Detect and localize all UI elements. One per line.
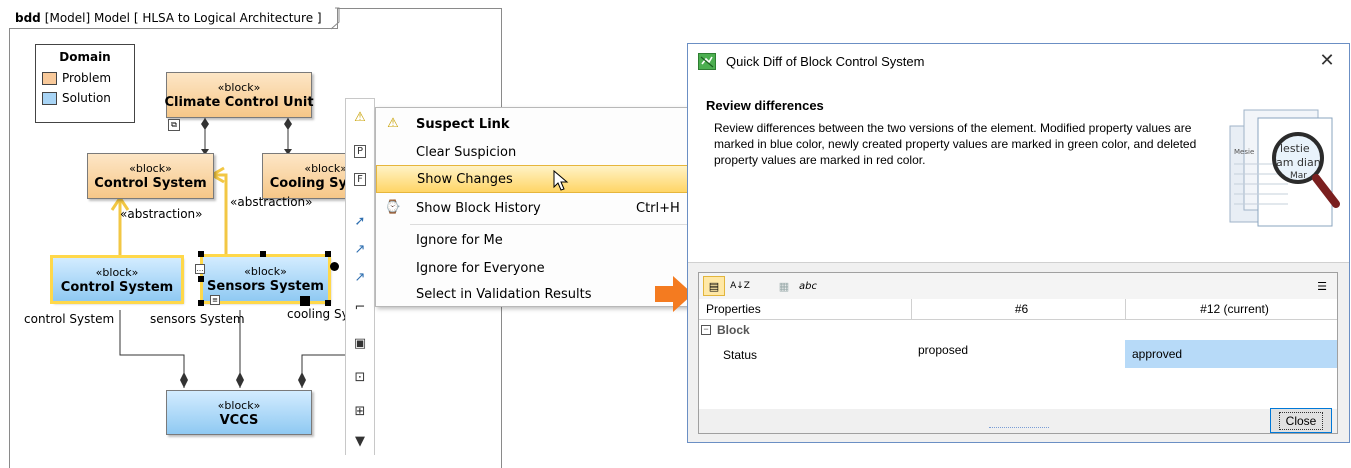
add-element-icon[interactable] xyxy=(330,262,339,271)
block-name: Control System xyxy=(94,176,207,191)
association-icon[interactable]: ➚ xyxy=(348,209,372,233)
diff-table: Properties #6 #12 (current) − Block Stat… xyxy=(699,299,1337,409)
role-label-cooling-system: cooling Sy xyxy=(287,307,345,321)
block-name: Climate Control Unit xyxy=(164,95,314,110)
block-name: Control System xyxy=(60,279,174,295)
menu-item-clear-suspicion[interactable]: Clear Suspicion xyxy=(376,138,692,166)
note-icon[interactable]: ⌐ xyxy=(348,295,372,319)
review-differences-title: Review differences xyxy=(706,98,824,113)
categorized-view-icon[interactable]: ▤ xyxy=(703,276,725,296)
selection-handle[interactable] xyxy=(325,251,331,257)
block-name: VCCS xyxy=(219,412,259,428)
diagram-link-icon[interactable]: ≡ xyxy=(210,295,220,305)
context-menu: ⚠ Suspect Link Clear Suspicion Show Chan… xyxy=(375,107,693,307)
aggregation-icon[interactable]: ↗ xyxy=(348,265,372,289)
block-stereotype: «block» xyxy=(217,398,261,412)
menu-separator xyxy=(410,224,690,225)
property-new-value[interactable]: approved xyxy=(1125,340,1337,368)
directed-association-icon[interactable]: ↗ xyxy=(348,237,372,261)
collapse-icon[interactable]: − xyxy=(701,325,711,335)
menu-item-label: Clear Suspicion xyxy=(416,144,517,160)
block-name: Cooling Sy xyxy=(269,176,347,191)
structure-icon[interactable]: ⊞ xyxy=(348,399,372,423)
abstraction-label: «abstraction» xyxy=(120,207,203,221)
collapse-icon[interactable]: … xyxy=(195,264,205,274)
image-icon[interactable]: ▣ xyxy=(348,331,372,355)
spell-check-icon[interactable]: abc xyxy=(797,276,819,296)
resize-handle[interactable] xyxy=(989,427,1049,429)
more-arrow-icon[interactable]: ▼ xyxy=(348,429,372,453)
review-differences-text: Review differences between the two versi… xyxy=(714,121,1197,167)
close-button[interactable]: Close xyxy=(1270,408,1332,433)
menu-item-label: Ignore for Me xyxy=(416,232,503,248)
block-cooling-system-problem[interactable]: «block» Cooling Sy xyxy=(262,153,352,199)
history-icon: ⌚ xyxy=(384,200,402,215)
menu-item-ignore-for-everyone[interactable]: Ignore for Everyone xyxy=(376,254,692,282)
block-vccs[interactable]: «block» VCCS xyxy=(166,390,312,435)
menu-item-label: Ignore for Everyone xyxy=(416,260,545,276)
menu-item-ignore-for-me[interactable]: Ignore for Me xyxy=(376,226,692,254)
selection-handle[interactable] xyxy=(198,251,204,257)
block-stereotype: «block» xyxy=(95,265,139,279)
dialog-title: Quick Diff of Block Control System xyxy=(726,54,925,69)
filter-icon[interactable]: ▦ xyxy=(773,276,795,296)
options-icon[interactable]: ☰ xyxy=(1311,276,1333,296)
group-label: Block xyxy=(717,323,750,337)
menu-item-shortcut: Ctrl+H xyxy=(636,200,680,216)
column-header-properties[interactable]: Properties xyxy=(699,299,911,319)
illustration-word: lestie xyxy=(1280,142,1310,155)
dialog-titlebar[interactable]: Quick Diff of Block Control System ✕ xyxy=(688,44,1349,80)
column-header-version-12-current[interactable]: #12 (current) xyxy=(1125,299,1337,319)
dialog-header: Review differences Review differences be… xyxy=(688,80,1349,262)
selection-handle[interactable] xyxy=(198,276,204,282)
warning-icon: ⚠ xyxy=(387,116,399,131)
abstraction-label: «abstraction» xyxy=(230,195,313,209)
documents-magnifier-icon: Mesie lestie am dian Mar xyxy=(1229,109,1340,227)
selection-handle[interactable] xyxy=(198,300,204,306)
close-button-label: Close xyxy=(1278,411,1324,430)
diff-table-toolbar: ▤ A↓Z ▦ abc ☰ xyxy=(699,273,1337,299)
block-climate-control-unit[interactable]: «block» Climate Control Unit xyxy=(164,72,314,118)
selection-handle[interactable] xyxy=(325,300,331,306)
app-icon xyxy=(698,53,716,70)
block-control-system-solution[interactable]: «block» Control System xyxy=(50,255,184,304)
selection-handle[interactable] xyxy=(260,251,266,257)
menu-item-show-changes[interactable]: Show Changes xyxy=(376,165,692,193)
block-stereotype: «block» xyxy=(217,81,261,94)
role-label-sensors-system: sensors System xyxy=(150,312,245,326)
illustration-word: Mar xyxy=(1290,171,1307,181)
illustration-word: am dian xyxy=(1276,156,1321,169)
block-stereotype: «block» xyxy=(129,162,172,175)
mouse-cursor-icon xyxy=(553,169,569,191)
smart-manipulator-toolbar: ⚠ P F ➚ ↗ ↗ ⌐ ▣ ⊡ ⊞ ▼ xyxy=(345,98,375,455)
property-name-status[interactable]: Status xyxy=(715,340,911,370)
block-stereotype: «block» xyxy=(244,265,287,278)
part-icon[interactable]: ⊡ xyxy=(348,365,372,389)
menu-item-label: Suspect Link xyxy=(416,116,510,132)
menu-item-label: Show Changes xyxy=(417,171,513,187)
property-icon[interactable]: P xyxy=(348,139,372,163)
diagram-link-icon[interactable]: ⧉ xyxy=(168,119,180,131)
block-name: Sensors System xyxy=(207,279,324,294)
menu-item-label: Show Block History xyxy=(416,200,541,216)
menu-item-label: Select in Validation Results xyxy=(416,286,592,302)
dialog-separator xyxy=(688,262,1349,263)
flow-property-icon[interactable]: F xyxy=(348,167,372,191)
block-control-system-problem[interactable]: «block» Control System xyxy=(87,153,214,199)
menu-item-select-in-validation-results[interactable]: Select in Validation Results xyxy=(376,280,692,308)
property-old-value[interactable]: proposed xyxy=(911,335,1125,365)
sort-alphabetically-icon[interactable]: A↓Z xyxy=(729,276,751,296)
column-header-version-6[interactable]: #6 xyxy=(911,299,1125,319)
diff-table-panel: ▤ A↓Z ▦ abc ☰ Properties #6 #12 (current… xyxy=(698,272,1338,434)
close-icon[interactable]: ✕ xyxy=(1317,50,1337,71)
illustration-word: Mesie xyxy=(1234,148,1254,156)
block-stereotype: «block» xyxy=(304,162,347,175)
warning-icon[interactable]: ⚠ xyxy=(348,105,372,129)
menu-item-show-block-history[interactable]: ⌚ Show Block History Ctrl+H xyxy=(376,194,692,222)
menu-item-suspect-link[interactable]: ⚠ Suspect Link xyxy=(376,110,692,138)
quick-diff-dialog: Quick Diff of Block Control System ✕ Rev… xyxy=(687,43,1350,443)
role-label-control-system: control System xyxy=(24,312,115,326)
port-icon[interactable] xyxy=(300,296,310,306)
